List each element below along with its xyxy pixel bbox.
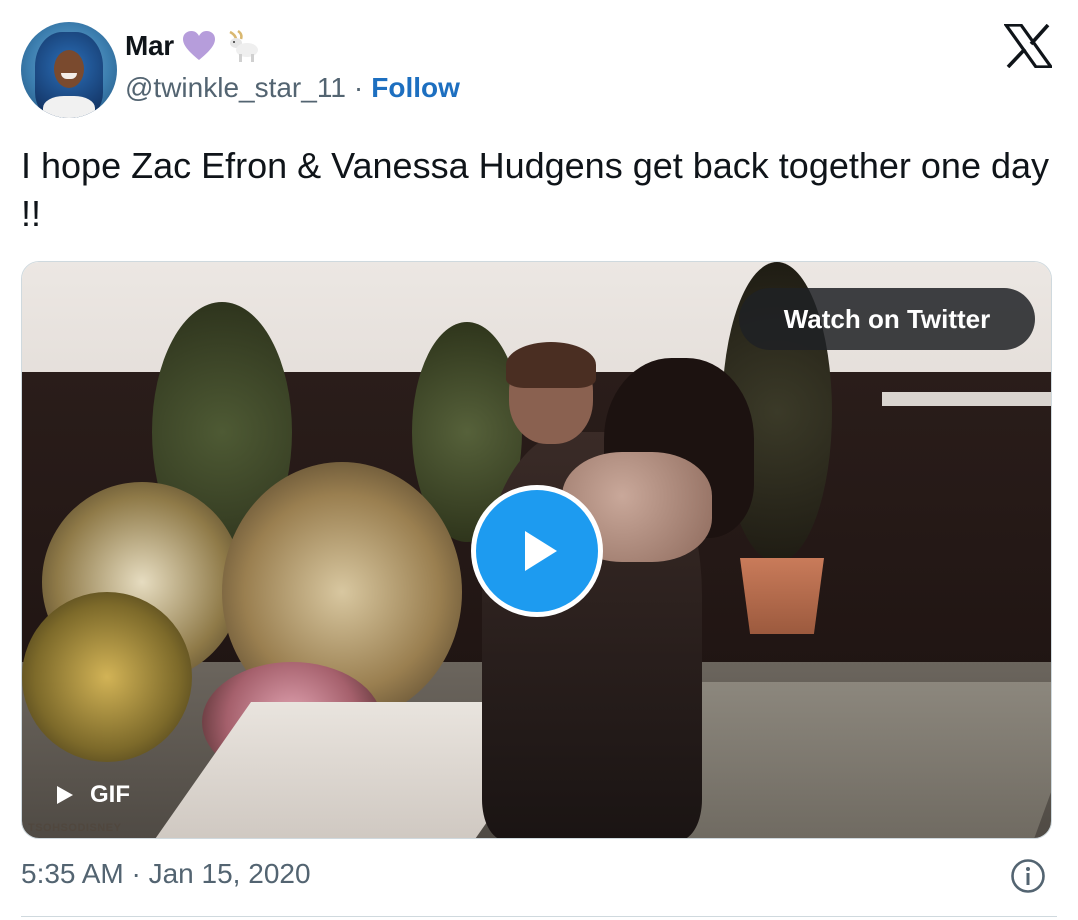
author-handle[interactable]: @twinkle_star_11 — [125, 72, 346, 104]
small-play-icon — [57, 786, 73, 804]
author-handle-row: @twinkle_star_11 · Follow — [125, 72, 460, 104]
tweet-timestamp[interactable]: 5:35 AM · Jan 15, 2020 — [21, 858, 311, 890]
goat-icon — [229, 29, 258, 62]
purple-heart-icon — [182, 31, 215, 60]
avatar-shirt — [43, 96, 95, 118]
play-icon — [525, 531, 557, 571]
gif-flower-pot — [740, 558, 824, 634]
author-name-row: Mar — [125, 28, 260, 64]
follow-button[interactable]: Follow — [371, 72, 460, 104]
author-display-name[interactable]: Mar — [125, 30, 174, 62]
watch-on-twitter-button[interactable]: Watch on Twitter — [739, 288, 1035, 350]
footer-divider — [21, 916, 1057, 917]
gif-label: GIF — [90, 781, 130, 808]
x-logo-icon[interactable] — [1004, 24, 1052, 68]
tweet-text: I hope Zac Efron & Vanessa Hudgens get b… — [21, 145, 1050, 234]
play-button[interactable] — [471, 485, 603, 617]
gif-couple-hair — [506, 342, 596, 388]
avatar-face — [54, 50, 84, 88]
tweet-media[interactable]: Watch on Twitter GIF TSOHSODISNEY — [21, 261, 1052, 839]
handle-separator: · — [353, 72, 364, 103]
info-icon[interactable] — [1010, 858, 1046, 894]
gif-foliage — [22, 592, 192, 762]
gif-scene-railing — [882, 392, 1051, 406]
gif-badge: GIF — [56, 777, 130, 813]
author-avatar[interactable] — [21, 22, 117, 118]
gif-watermark: TSOHSODISNEY — [28, 822, 122, 834]
